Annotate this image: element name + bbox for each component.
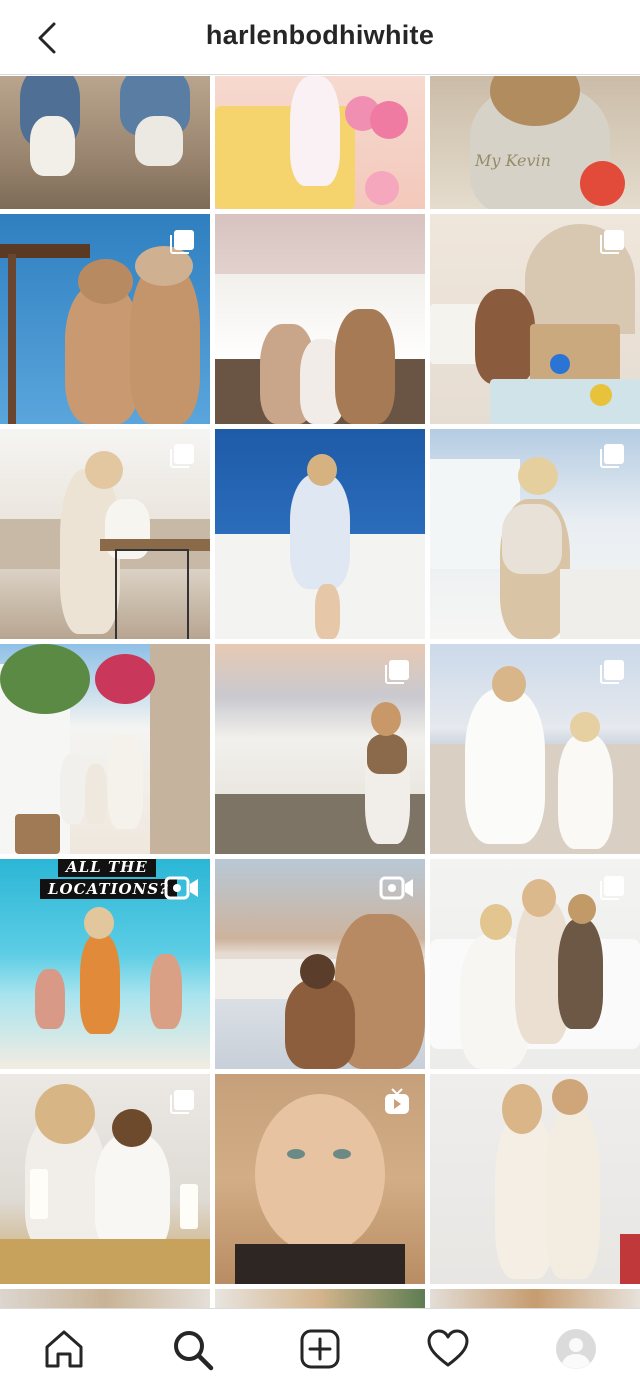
bottom-tab-bar	[0, 1308, 640, 1386]
activity-heart-icon	[427, 1329, 469, 1367]
tab-new-post[interactable]	[298, 1327, 342, 1371]
overlay-text-line: ALL THE	[58, 859, 156, 877]
multiple-photos-icon	[385, 660, 409, 684]
home-icon	[45, 1330, 83, 1368]
multiple-photos-icon	[170, 1090, 194, 1114]
multiple-photos-icon	[600, 876, 624, 900]
multiple-photos-icon	[600, 444, 624, 468]
grid-row	[0, 1289, 640, 1308]
grid-row	[0, 214, 640, 424]
post-thumbnail[interactable]: My Kevin	[430, 76, 640, 209]
post-thumbnail[interactable]	[430, 1289, 640, 1308]
post-thumbnail[interactable]	[0, 644, 210, 854]
tab-profile[interactable]	[554, 1327, 598, 1371]
post-thumbnail[interactable]	[0, 76, 210, 209]
tab-home[interactable]	[42, 1327, 86, 1371]
post-thumbnail[interactable]	[0, 1289, 210, 1308]
profile-avatar-icon	[556, 1329, 596, 1369]
tab-activity[interactable]	[426, 1327, 470, 1371]
video-camera-icon	[164, 876, 198, 900]
post-thumbnail[interactable]	[430, 1074, 640, 1284]
search-icon	[174, 1331, 214, 1371]
post-thumbnail[interactable]	[215, 1289, 425, 1308]
grid-row: My Kevin	[0, 76, 640, 209]
multiple-photos-icon	[170, 444, 194, 468]
post-thumbnail[interactable]	[215, 214, 425, 424]
photo-watermark: My Kevin	[475, 151, 551, 170]
post-thumbnail[interactable]	[215, 76, 425, 209]
multiple-photos-icon	[600, 660, 624, 684]
multiple-photos-icon	[600, 230, 624, 254]
new-post-icon	[300, 1329, 340, 1369]
posts-grid: My Kevin ALL THE LOCATIONS?	[0, 76, 640, 1308]
grid-row	[0, 1074, 640, 1284]
grid-row	[0, 429, 640, 639]
multiple-photos-icon	[170, 230, 194, 254]
tab-search[interactable]	[170, 1327, 214, 1371]
grid-row: ALL THE LOCATIONS?	[0, 859, 640, 1069]
igtv-icon	[385, 1088, 409, 1114]
overlay-text-line: LOCATIONS?	[40, 879, 177, 899]
post-thumbnail[interactable]	[215, 429, 425, 639]
profile-header: harlenbodhiwhite	[0, 0, 640, 75]
video-camera-icon	[379, 876, 413, 900]
grid-row	[0, 644, 640, 854]
profile-username: harlenbodhiwhite	[205, 20, 435, 50]
